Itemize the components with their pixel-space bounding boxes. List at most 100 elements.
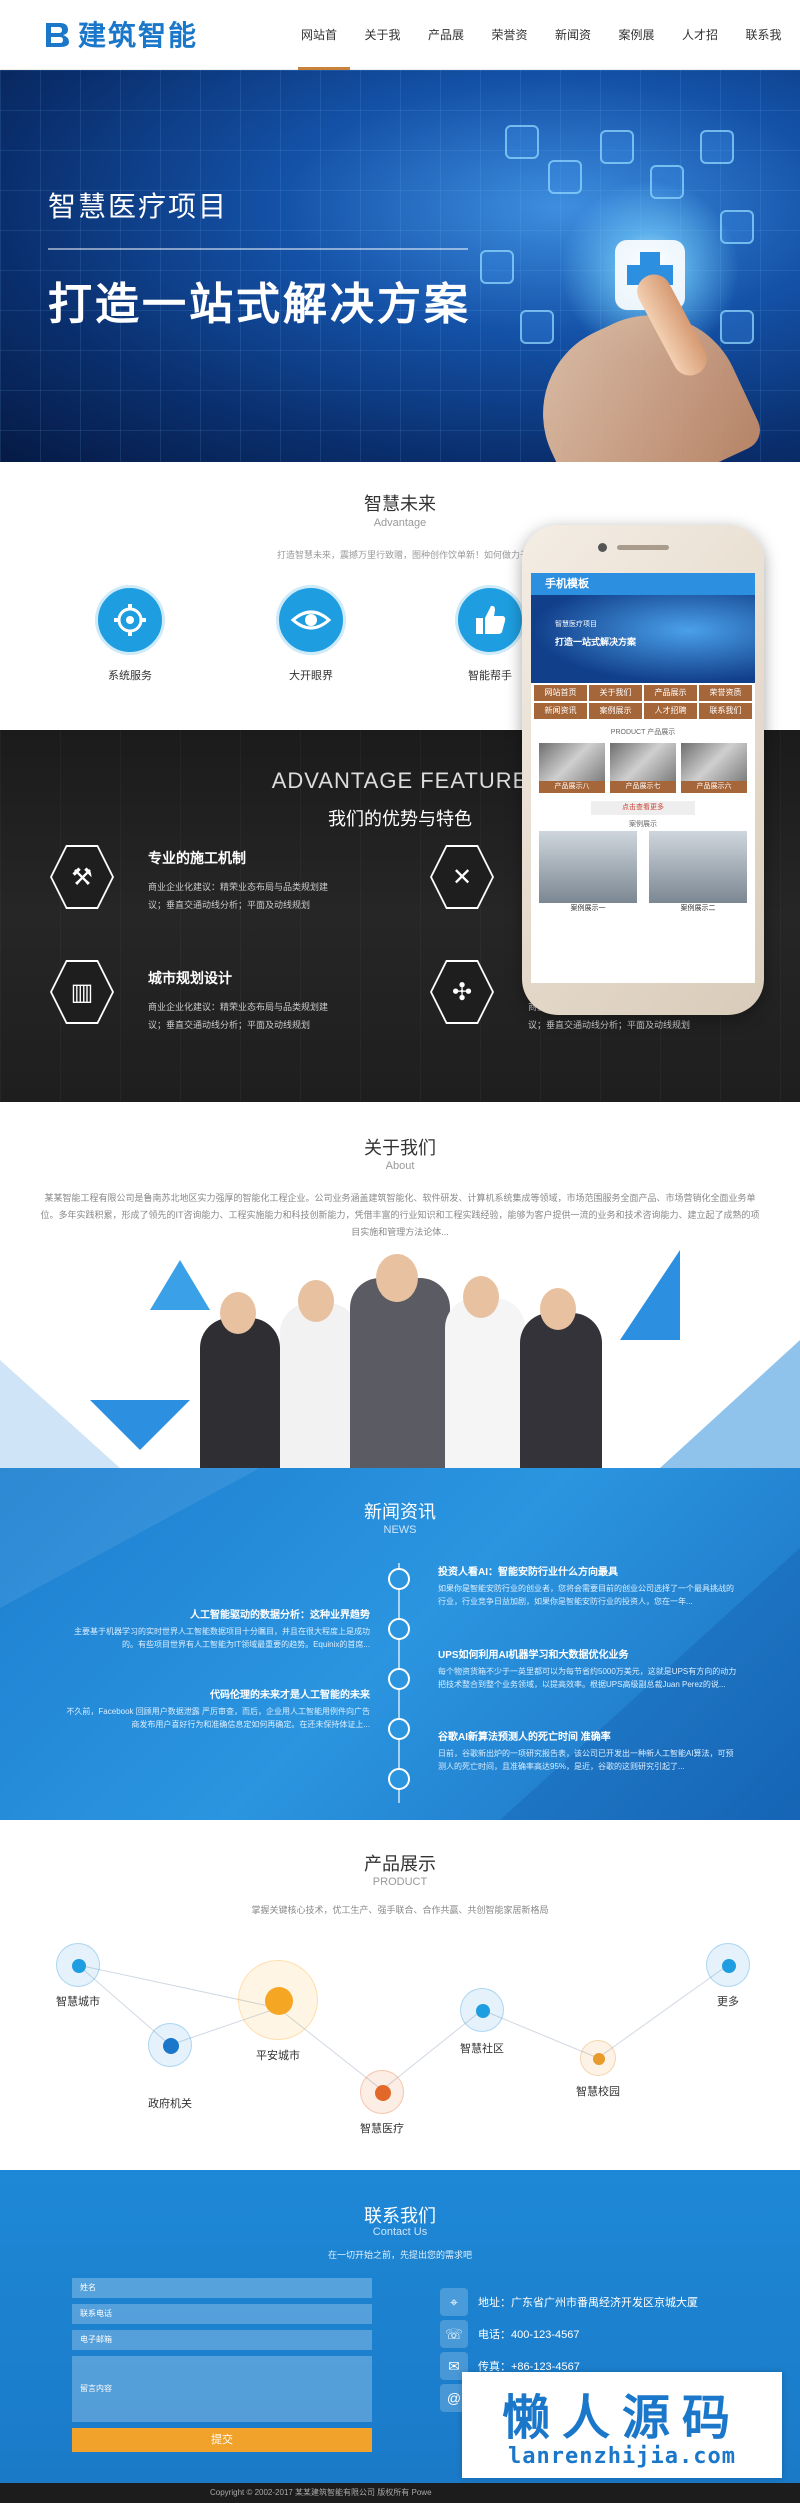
service-helper[interactable]: 智能帮手 bbox=[455, 585, 525, 683]
product-label[interactable]: 智慧城市 bbox=[38, 1993, 118, 2009]
news-item-title[interactable]: 谷歌AI新算法预测人的死亡时间 准确率 bbox=[438, 1728, 738, 1743]
phone-product-card[interactable]: 产品展示八 bbox=[539, 743, 605, 793]
product-node-medical[interactable] bbox=[360, 2070, 404, 2114]
nav-contact[interactable]: 联系我们 bbox=[737, 0, 800, 112]
phone-nav-item[interactable]: 新闻资讯 bbox=[534, 703, 587, 719]
email-field[interactable]: 电子邮箱 bbox=[72, 2330, 372, 2350]
phone-more-button[interactable]: 点击查看更多 bbox=[591, 801, 695, 815]
message-field[interactable]: 留言内容 bbox=[72, 2356, 372, 2422]
decor-polygon bbox=[0, 1468, 260, 1608]
logo[interactable]: 建筑智能 bbox=[42, 16, 198, 52]
watermark-text: 懒人源码 bbox=[501, 2390, 742, 2446]
nav-honors[interactable]: 荣誉资质 bbox=[483, 0, 547, 112]
phone-app-title: 手机模板 bbox=[531, 573, 755, 595]
submit-button[interactable]: 提交 bbox=[72, 2428, 372, 2452]
contact-address: ⌖ 地址：广东省广州市番禺经济开发区京城大厦 bbox=[440, 2288, 698, 2316]
product-image bbox=[539, 743, 605, 781]
product-label[interactable]: 平安城市 bbox=[238, 2047, 318, 2063]
product-label[interactable]: 智慧校园 bbox=[558, 2083, 638, 2099]
phone-case-card[interactable]: 案例展示二 bbox=[649, 831, 747, 915]
nav-cases[interactable]: 案例展示 bbox=[610, 0, 674, 112]
logo-text: 建筑智能 bbox=[78, 19, 199, 52]
product-image bbox=[610, 743, 676, 781]
services-title: 智慧未来 bbox=[364, 494, 436, 514]
contact-desc: 在一切开始之前，先提出您的需求吧 bbox=[327, 2250, 472, 2260]
phone-field[interactable]: 联系电话 bbox=[72, 2304, 372, 2324]
phone-case-card[interactable]: 案例展示一 bbox=[539, 831, 637, 915]
feature-title: 城市规划设计 bbox=[148, 970, 232, 986]
person-image bbox=[445, 1298, 525, 1468]
eye-icon bbox=[276, 585, 346, 655]
phone-nav-item[interactable]: 联系我们 bbox=[699, 703, 752, 719]
product-node-community[interactable] bbox=[460, 1988, 504, 2032]
nav-home[interactable]: 网站首页 bbox=[292, 0, 356, 112]
team-photo bbox=[0, 1240, 800, 1468]
speaker-icon bbox=[617, 545, 669, 550]
service-system[interactable]: 系统服务 bbox=[95, 585, 165, 683]
phone-product-card[interactable]: 产品展示六 bbox=[681, 743, 747, 793]
phone-nav-item[interactable]: 荣誉资质 bbox=[699, 685, 752, 701]
news-item-title[interactable]: 代码伦理的未来才是人工智能的未来 bbox=[60, 1686, 370, 1701]
product-caption: 产品展示八 bbox=[539, 781, 605, 793]
banner-tile-icon bbox=[520, 310, 554, 344]
watermark-url: lanrenzhijia.com bbox=[508, 2444, 736, 2469]
location-icon: ⌖ bbox=[440, 2288, 468, 2316]
site-header: 建筑智能 网站首页 关于我们 产品展示 荣誉资质 新闻资讯 案例展示 人才招聘 … bbox=[0, 0, 800, 112]
decor-triangle bbox=[90, 1400, 190, 1450]
feature-desc: 商业企业化建议：精荣业态布局与品类规划建议；垂直交通动线分析；平面及动线规划 bbox=[148, 882, 329, 910]
logo-mark-icon bbox=[42, 19, 72, 49]
product-label[interactable]: 更多 bbox=[688, 1993, 768, 2009]
case-caption: 案例展示二 bbox=[680, 905, 716, 912]
contact-title: 联系我们 bbox=[364, 2206, 436, 2226]
product-label[interactable]: 政府机关 bbox=[130, 2095, 210, 2111]
address-text: 地址：广东省广州市番禺经济开发区京城大厦 bbox=[478, 2297, 698, 2309]
product-label[interactable]: 智慧医疗 bbox=[342, 2120, 422, 2136]
node-dot-icon bbox=[593, 2053, 605, 2065]
decor-triangle bbox=[150, 1260, 210, 1310]
news-item[interactable]: UPS如何利用AI机器学习和大数据优化业务 每个物资货箱不少于一英里都可以为每节… bbox=[438, 1646, 738, 1691]
person-head bbox=[540, 1288, 576, 1330]
name-field[interactable]: 姓名 bbox=[72, 2278, 372, 2298]
product-node-more[interactable] bbox=[706, 1943, 750, 1987]
banner-tile-icon bbox=[700, 130, 734, 164]
phone-nav-item[interactable]: 关于我们 bbox=[589, 685, 642, 701]
phone-nav-item[interactable]: 产品展示 bbox=[644, 685, 697, 701]
banner-tile-icon bbox=[480, 250, 514, 284]
phone-text: 电话：400-123-4567 bbox=[478, 2329, 580, 2341]
case-caption: 案例展示一 bbox=[570, 905, 606, 912]
phone-nav-item[interactable]: 网站首页 bbox=[534, 685, 587, 701]
news-item[interactable]: 人工智能驱动的数据分析：这种业界趋势 主要基于机器学习的实时世界人工智能数据项目… bbox=[70, 1606, 370, 1651]
service-label: 智能帮手 bbox=[468, 670, 512, 682]
nav-products[interactable]: 产品展示 bbox=[419, 0, 483, 112]
news-item[interactable]: 投资人看AI：智能安防行业什么方向最具 如果你是智能安防行业的创业者，您将会需要… bbox=[438, 1563, 738, 1608]
news-item-title[interactable]: 人工智能驱动的数据分析：这种业界趋势 bbox=[70, 1606, 370, 1621]
nav-news[interactable]: 新闻资讯 bbox=[546, 0, 610, 112]
product-node-campus[interactable] bbox=[580, 2040, 616, 2076]
product-node-smart-city[interactable] bbox=[56, 1943, 100, 1987]
news-item[interactable]: 代码伦理的未来才是人工智能的未来 不久前，Facebook 回顾用户数据泄露 严… bbox=[60, 1686, 370, 1731]
hero-banner[interactable]: 智慧医疗项目 打造一站式解决方案 bbox=[0, 70, 800, 462]
news-item-title[interactable]: UPS如何利用AI机器学习和大数据优化业务 bbox=[438, 1646, 738, 1661]
product-node-safe-city[interactable] bbox=[238, 1960, 318, 2040]
service-label: 系统服务 bbox=[108, 670, 152, 682]
phone-product-heading: PRODUCT 产品展示 bbox=[610, 729, 676, 736]
camera-icon bbox=[598, 543, 607, 552]
nav-about[interactable]: 关于我们 bbox=[356, 0, 420, 112]
phone-banner[interactable]: 智慧医疗项目 打造一站式解决方案 bbox=[531, 595, 755, 683]
phone-nav-item[interactable]: 案例展示 bbox=[589, 703, 642, 719]
product-node-government[interactable] bbox=[148, 2023, 192, 2067]
product-label[interactable]: 智慧社区 bbox=[442, 2040, 522, 2056]
person-image bbox=[280, 1303, 358, 1468]
phone-product-card[interactable]: 产品展示七 bbox=[610, 743, 676, 793]
contact-subtitle: Contact Us bbox=[372, 2226, 428, 2238]
service-vision[interactable]: 大开眼界 bbox=[276, 585, 346, 683]
person-head bbox=[463, 1276, 499, 1318]
news-item[interactable]: 谷歌AI新算法预测人的死亡时间 准确率 日前，谷歌新出炉的一项研究报告表，该公司… bbox=[438, 1728, 738, 1773]
phone-nav-item[interactable]: 人才招聘 bbox=[644, 703, 697, 719]
nav-jobs[interactable]: 人才招聘 bbox=[673, 0, 737, 112]
news-item-title[interactable]: 投资人看AI：智能安防行业什么方向最具 bbox=[438, 1563, 738, 1578]
copyright-text: Copyright © 2002-2017 某某建筑智能有限公司 版权所有 Po… bbox=[210, 2488, 432, 2497]
person-head bbox=[298, 1280, 334, 1322]
news-section: 新闻资讯 NEWS 人工智能驱动的数据分析：这种业界趋势 主要基于机器学习的实时… bbox=[0, 1468, 800, 1820]
watermark: 懒人源码 lanrenzhijia.com bbox=[462, 2372, 782, 2478]
